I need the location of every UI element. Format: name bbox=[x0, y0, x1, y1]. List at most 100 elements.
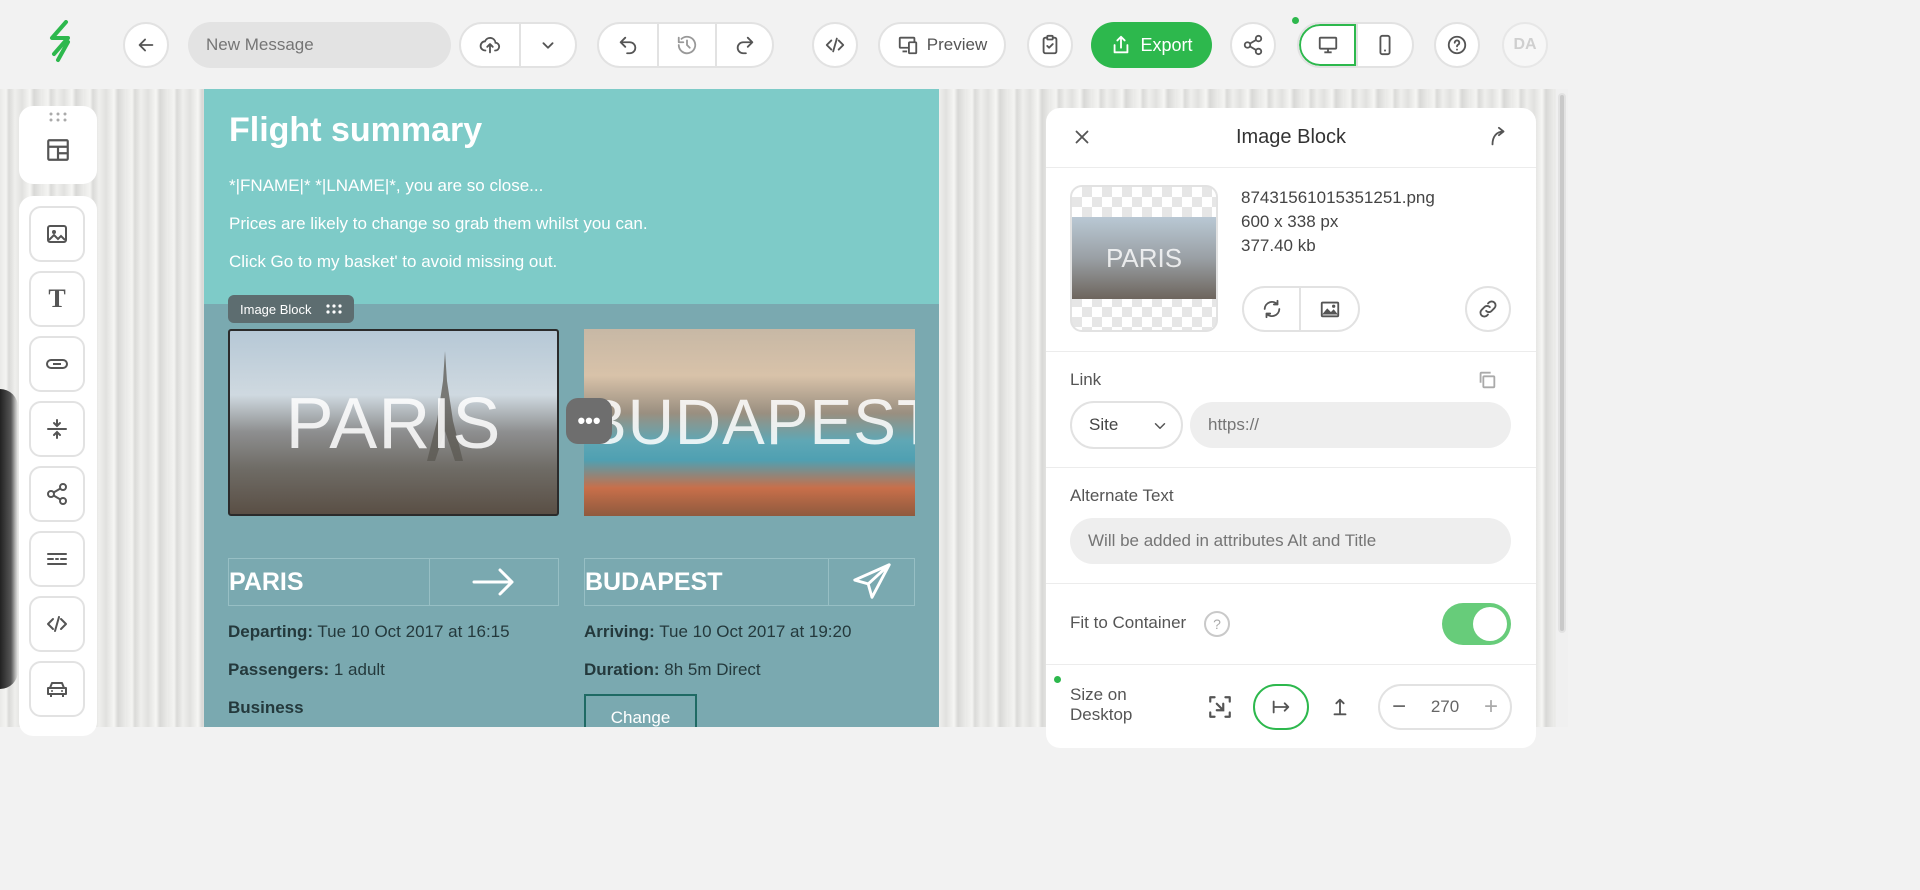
budapest-heading-row[interactable]: BUDAPEST bbox=[584, 558, 915, 606]
divider bbox=[1046, 351, 1536, 352]
change-flight-button[interactable]: Change bbox=[584, 694, 697, 727]
arriving-label: Arriving: bbox=[584, 622, 655, 641]
copy-link-button[interactable] bbox=[1465, 286, 1511, 332]
export-button[interactable]: Export bbox=[1091, 22, 1212, 68]
preview-button[interactable]: Preview bbox=[878, 22, 1006, 68]
image-thumbnail[interactable]: PARIS bbox=[1070, 185, 1218, 332]
fit-to-container-toggle[interactable] bbox=[1442, 603, 1511, 645]
spacer-block-tool[interactable] bbox=[29, 401, 85, 457]
mobile-icon bbox=[1379, 34, 1391, 56]
thumbnail-picture: PARIS bbox=[1072, 217, 1216, 299]
email-greeting[interactable]: *|FNAME|* *|LNAME|*, you are so close... bbox=[229, 176, 543, 196]
size-on-desktop-label: Size on Desktop bbox=[1070, 685, 1133, 724]
budapest-image-text: BUDAPEST bbox=[584, 386, 915, 458]
divider bbox=[1046, 664, 1536, 665]
desktop-view-button[interactable] bbox=[1299, 24, 1356, 66]
duration-value: 8h 5m Direct bbox=[664, 660, 761, 679]
duration-line[interactable]: Duration: 8h 5m Direct bbox=[584, 660, 761, 680]
email-prices-text[interactable]: Prices are likely to change so grab them… bbox=[229, 214, 648, 234]
arriving-line[interactable]: Arriving: Tue 10 Oct 2017 at 19:20 bbox=[584, 622, 851, 642]
status-dot bbox=[1292, 17, 1299, 24]
test-button[interactable] bbox=[1027, 22, 1073, 68]
back-button[interactable] bbox=[123, 22, 169, 68]
image-actions-group bbox=[1242, 286, 1360, 332]
button-icon bbox=[46, 359, 68, 369]
upload-button[interactable] bbox=[461, 24, 519, 66]
duration-label: Duration: bbox=[584, 660, 660, 679]
drag-grip-icon bbox=[49, 112, 67, 122]
save-options-dropdown[interactable] bbox=[519, 24, 575, 66]
select-parent-icon[interactable] bbox=[1487, 126, 1509, 148]
height-mode-button[interactable] bbox=[1314, 684, 1366, 730]
code-icon bbox=[825, 37, 845, 53]
undo-button[interactable] bbox=[599, 24, 657, 66]
more-blocks-tool[interactable] bbox=[29, 661, 85, 717]
html-block-tool[interactable] bbox=[29, 596, 85, 652]
arrow-right-icon bbox=[472, 568, 514, 596]
scrollbar-thumb[interactable] bbox=[1558, 93, 1566, 633]
size-value[interactable]: 270 bbox=[1431, 697, 1459, 717]
arriving-value: Tue 10 Oct 2017 at 19:20 bbox=[659, 622, 852, 641]
canvas-scrollbar[interactable] bbox=[1556, 89, 1568, 727]
link-type-select[interactable]: Site bbox=[1070, 401, 1183, 449]
email-header-section[interactable]: Flight summary *|FNAME|* *|LNAME|*, you … bbox=[204, 89, 939, 304]
question-circle-icon bbox=[1447, 35, 1467, 55]
history-button[interactable] bbox=[657, 24, 715, 66]
car-icon bbox=[47, 682, 67, 697]
copy-icon[interactable] bbox=[1476, 369, 1498, 391]
desktop-icon bbox=[1318, 36, 1337, 54]
fit-to-container-label: Fit to Container bbox=[1070, 613, 1187, 632]
alt-text-input[interactable] bbox=[1070, 518, 1511, 564]
budapest-image[interactable]: BUDAPEST bbox=[584, 329, 915, 516]
paris-image-text: PARIS bbox=[285, 384, 502, 464]
code-editor-button[interactable] bbox=[812, 22, 858, 68]
selected-block-label[interactable]: Image Block bbox=[228, 295, 354, 323]
increment-button[interactable]: + bbox=[1484, 693, 1498, 721]
social-block-tool[interactable] bbox=[29, 466, 85, 522]
height-arrow-icon bbox=[1333, 698, 1347, 716]
budapest-heading[interactable]: BUDAPEST bbox=[585, 559, 828, 605]
class-label[interactable]: Business bbox=[228, 698, 304, 718]
block-more-options-button[interactable]: ••• bbox=[566, 398, 612, 444]
menu-block-tool[interactable] bbox=[29, 531, 85, 587]
preview-label: Preview bbox=[926, 35, 988, 54]
edit-image-button[interactable] bbox=[1301, 288, 1358, 330]
departing-line[interactable]: Departing: Tue 10 Oct 2017 at 16:15 bbox=[228, 622, 510, 642]
button-block-tool[interactable] bbox=[29, 336, 85, 392]
paris-heading-row[interactable]: PARIS bbox=[228, 558, 559, 606]
arrow-left-icon bbox=[138, 38, 154, 52]
link-url-input[interactable] bbox=[1190, 402, 1511, 448]
passengers-label: Passengers: bbox=[228, 660, 330, 679]
alt-text-label: Alternate Text bbox=[1070, 486, 1174, 505]
airplane-icon bbox=[852, 563, 891, 599]
chevron-down-icon bbox=[542, 42, 554, 49]
mobile-view-button[interactable] bbox=[1356, 24, 1412, 66]
image-block-settings-panel: Image Block PARIS 87431561015351251.png … bbox=[1046, 108, 1536, 748]
help-button[interactable] bbox=[1434, 22, 1480, 68]
redo-button[interactable] bbox=[715, 24, 772, 66]
paris-heading[interactable]: PARIS bbox=[229, 559, 429, 605]
replace-image-button[interactable] bbox=[1244, 288, 1302, 330]
share-icon bbox=[47, 483, 67, 505]
fit-help-icon[interactable]: ? bbox=[1204, 611, 1230, 637]
share-button[interactable] bbox=[1230, 22, 1276, 68]
decrement-button[interactable]: − bbox=[1392, 693, 1406, 721]
passengers-line[interactable]: Passengers: 1 adult bbox=[228, 660, 385, 680]
arrow-cell[interactable] bbox=[429, 559, 558, 605]
text-block-tool[interactable]: T bbox=[29, 271, 85, 327]
email-title[interactable]: Flight summary bbox=[229, 111, 482, 150]
plane-cell[interactable] bbox=[828, 559, 914, 605]
divider bbox=[1046, 467, 1536, 468]
structures-button[interactable] bbox=[19, 106, 97, 184]
image-filesize: 377.40 kb bbox=[1241, 236, 1316, 255]
image-block-tool[interactable] bbox=[29, 206, 85, 262]
drag-grip-icon[interactable] bbox=[325, 303, 342, 315]
width-mode-button[interactable] bbox=[1253, 684, 1309, 730]
auto-size-icon[interactable] bbox=[1207, 694, 1233, 720]
user-avatar[interactable]: DA bbox=[1502, 22, 1548, 68]
departing-label: Departing: bbox=[228, 622, 313, 641]
email-basket-text[interactable]: Click Go to my basket' to avoid missing … bbox=[229, 252, 557, 272]
paris-image[interactable]: PARIS bbox=[228, 329, 559, 516]
message-name-input[interactable] bbox=[188, 22, 451, 68]
ellipsis-icon: ••• bbox=[577, 408, 601, 433]
